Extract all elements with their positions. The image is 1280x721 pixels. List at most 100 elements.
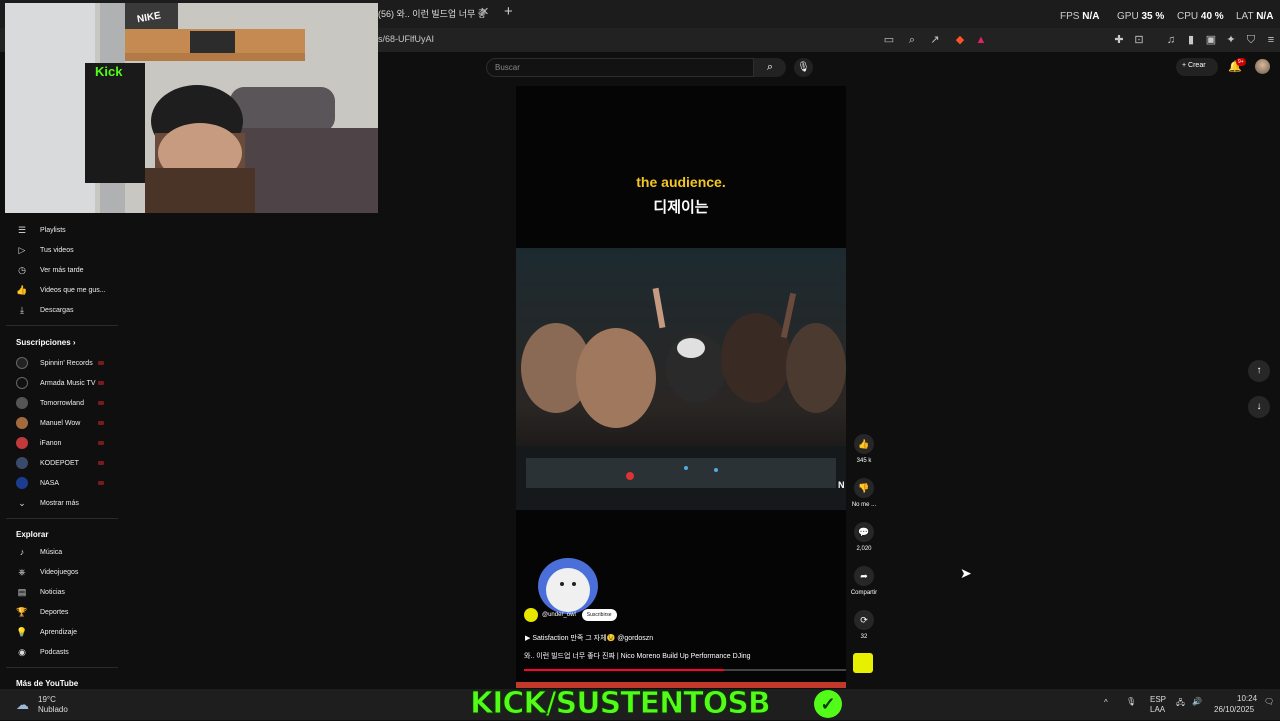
weather-desc[interactable]: Nublado <box>38 705 68 714</box>
arrow-down-icon: ↓ <box>1256 401 1262 412</box>
subscription-item[interactable]: Tomorrowland <box>16 395 84 411</box>
music-icon: ♪ <box>19 547 25 557</box>
channel-avatar[interactable] <box>524 608 538 622</box>
chevron-down-icon: ⌄ <box>18 498 26 508</box>
channel-handle[interactable]: @under_owl <box>542 612 576 618</box>
subscription-item[interactable]: Manuel Wow <box>16 415 80 431</box>
keyboard-layout[interactable]: LAA <box>1150 705 1165 714</box>
video-title[interactable]: 와.. 이런 빌드업 너무 좋다 진짜 | Nico Moreno Build … <box>524 651 751 661</box>
volume-icon[interactable]: 🔊 <box>1192 697 1202 706</box>
live-indicator <box>98 461 104 465</box>
subscriptions-heading[interactable]: Suscripciones › <box>16 338 76 347</box>
subscription-item[interactable]: iFanon <box>16 435 61 451</box>
live-indicator <box>98 441 104 445</box>
subscription-item[interactable]: KODEPOET <box>16 455 79 471</box>
tray-chevron-icon[interactable]: ^ <box>1104 698 1108 707</box>
bulb-icon: 💡 <box>16 627 28 637</box>
language-code[interactable]: ESP <box>1150 695 1166 704</box>
clock-icon: ◷ <box>18 265 26 275</box>
media-icon[interactable]: ♫ <box>1164 33 1178 47</box>
cast-icon[interactable]: ▭ <box>882 33 896 47</box>
menu-icon[interactable]: ≡ <box>1264 33 1278 47</box>
sidebar-item-watch-later[interactable]: ◷ Ver más tarde <box>16 262 84 278</box>
live-indicator <box>98 401 104 405</box>
sidebar-item-gaming[interactable]: ⎈ Videojuegos <box>16 564 78 580</box>
mic-tray-icon[interactable]: 🎙 <box>1126 697 1136 706</box>
svg-text:Kick: Kick <box>95 64 123 79</box>
share-button[interactable]: ➦ Compartir <box>848 566 880 596</box>
stream-overlay-text: KICK/SUSTENTOSB <box>470 686 772 721</box>
subscribe-button[interactable]: Suscribirse <box>581 609 617 621</box>
leo-ai-icon[interactable]: ✦ <box>1224 33 1238 47</box>
search-input[interactable]: Buscar <box>486 58 754 77</box>
weather-temp[interactable]: 19°C <box>38 695 56 704</box>
channel-avatar <box>16 477 28 489</box>
live-indicator <box>98 481 104 485</box>
tab-search-icon[interactable]: ⊡ <box>1132 33 1146 47</box>
subscription-item[interactable]: Armada Music TV <box>16 375 96 391</box>
remix-icon: ⟳ <box>854 610 874 630</box>
next-short-button[interactable]: ↓ <box>1248 396 1270 418</box>
create-label: Crear <box>1188 62 1206 69</box>
sidebar-toggle-icon[interactable]: ▮ <box>1184 33 1198 47</box>
create-button[interactable]: + Crear <box>1176 58 1218 76</box>
share-page-icon[interactable]: ↗ <box>928 33 942 47</box>
arrow-up-icon: ↑ <box>1256 365 1262 376</box>
channel-avatar <box>16 437 28 449</box>
playlist-icon: ☰ <box>17 225 27 235</box>
sidebar-item-music[interactable]: ♪ Música <box>16 544 62 560</box>
sidebar-item-your-videos[interactable]: ▷ Tus videos <box>16 242 74 258</box>
sidebar-item-sports[interactable]: 🏆 Deportes <box>16 604 68 620</box>
progress-fill <box>524 669 724 671</box>
gamepad-icon: ⎈ <box>18 567 26 577</box>
brave-shield-icon[interactable]: ◆ <box>953 33 967 47</box>
mic-icon: 🎙 <box>797 62 810 73</box>
extensions-icon[interactable]: ✚ <box>1112 33 1126 47</box>
clock-time[interactable]: 10:24 <box>1237 694 1257 703</box>
live-indicator <box>98 361 104 365</box>
sidebar-item-news[interactable]: ▤ Noticias <box>16 584 65 600</box>
progress-bar[interactable] <box>524 669 846 671</box>
channel-avatar <box>16 397 28 409</box>
subscription-item[interactable]: Spinnin' Records <box>16 355 93 371</box>
new-tab-icon[interactable]: + <box>504 3 513 20</box>
previous-short-button[interactable]: ↑ <box>1248 360 1270 382</box>
sidebar-item-podcasts[interactable]: ◉ Podcasts <box>16 644 69 660</box>
subscription-item[interactable]: NASA <box>16 475 59 491</box>
like-button[interactable]: 👍 345 k <box>848 434 880 464</box>
live-indicator <box>98 381 104 385</box>
show-more-button[interactable]: ⌄ Mostrar más <box>16 495 79 511</box>
voice-search-button[interactable]: 🎙 <box>794 58 813 77</box>
zoom-icon[interactable]: ⌕ <box>905 33 919 47</box>
close-tab-icon[interactable]: ✕ <box>480 5 489 18</box>
sidebar-item-downloads[interactable]: ⤓ Descargas <box>16 302 73 318</box>
tab-title: (56) 와.. 이런 빌드업 너무 좋 <box>378 9 487 19</box>
music-link[interactable]: ▶ Satisfaction 만족 그 자체😉 @gordoszn <box>525 633 653 643</box>
short-video-player[interactable]: the audience. 디제이는 N @under_owl Suscribi… <box>516 86 846 682</box>
wallet-icon[interactable]: ▣ <box>1204 33 1218 47</box>
clock-date[interactable]: 26/10/2025 <box>1214 705 1254 714</box>
latency-stat: LAT N/A <box>1236 11 1274 22</box>
dislike-button[interactable]: 👎 No me ... <box>848 478 880 508</box>
more-from-youtube-heading: Más de YouTube <box>16 679 79 688</box>
sidebar-item-learning[interactable]: 💡 Aprendizaje <box>16 624 77 640</box>
sidebar-item-liked-videos[interactable]: 👍 Videos que me gus... <box>16 282 105 298</box>
comments-button[interactable]: 💬 2,020 <box>848 522 880 552</box>
brave-rewards-icon[interactable]: ▲ <box>974 33 988 47</box>
sound-thumbnail[interactable] <box>853 653 873 673</box>
sidebar-item-playlists[interactable]: ☰ Playlists <box>16 222 66 238</box>
channel-row: @under_owl Suscribirse <box>524 608 617 622</box>
url-text[interactable]: s/68-UFlfUyAI <box>378 34 434 44</box>
notifications-tray-icon[interactable]: 🗨 <box>1264 697 1274 706</box>
channel-avatar <box>16 417 28 429</box>
vpn-icon[interactable]: ⛉ <box>1244 33 1258 47</box>
search-button[interactable]: ⌕ <box>754 58 786 77</box>
trophy-icon: 🏆 <box>16 607 28 617</box>
avatar[interactable] <box>1255 59 1270 74</box>
network-icon[interactable]: 🖧 <box>1176 697 1185 711</box>
subtitle-korean: 디제이는 <box>653 199 709 216</box>
subtitle-english: the audience. <box>636 174 726 190</box>
fps-stat: FPS N/A <box>1060 11 1100 22</box>
thumb-up-icon: 👍 <box>16 285 28 295</box>
remix-button[interactable]: ⟳ 32 <box>848 610 880 640</box>
